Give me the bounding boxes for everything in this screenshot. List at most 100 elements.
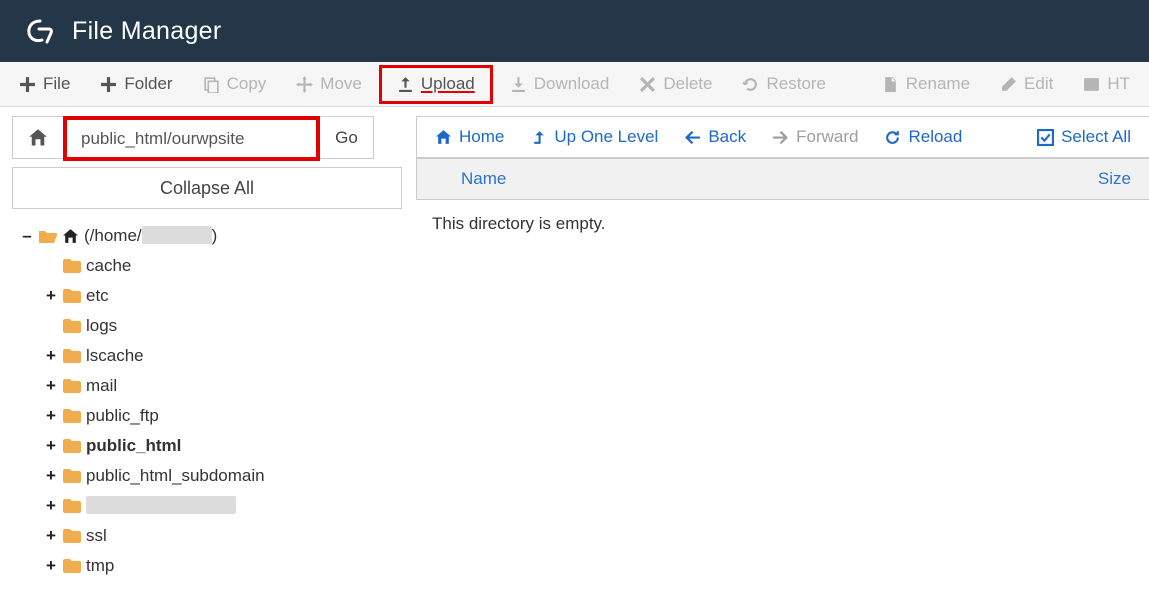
- content-area: Go Collapse All – (/home/.) cache + etc log…: [0, 107, 1149, 600]
- tree-item[interactable]: cache: [16, 251, 402, 281]
- tree-item[interactable]: + ssl: [16, 521, 402, 551]
- nav-home-button[interactable]: Home: [435, 127, 504, 147]
- tree-expand-icon[interactable]: +: [44, 526, 58, 546]
- file-button[interactable]: File: [4, 62, 85, 107]
- tree-expand-icon[interactable]: +: [44, 556, 58, 576]
- tree-item-label: public_html_subdomain: [86, 466, 265, 486]
- reload-icon: [884, 129, 901, 146]
- tree-expand-icon[interactable]: +: [44, 406, 58, 426]
- folder-icon: [63, 469, 81, 483]
- tree-item[interactable]: logs: [16, 311, 402, 341]
- folder-icon: [63, 349, 81, 363]
- download-icon: [510, 76, 527, 93]
- rename-button[interactable]: Rename: [867, 62, 985, 107]
- folder-icon: [63, 319, 81, 333]
- tree-item[interactable]: + mail: [16, 371, 402, 401]
- edit-button[interactable]: Edit: [985, 62, 1068, 107]
- tree-expand-icon[interactable]: +: [44, 376, 58, 396]
- tree-item-label: public_ftp: [86, 406, 159, 426]
- home-icon: [435, 129, 452, 146]
- folder-button[interactable]: Folder: [85, 62, 187, 107]
- main-toolbar: File Folder Copy Move Upload Download De…: [0, 62, 1149, 107]
- move-button[interactable]: Move: [281, 62, 377, 107]
- download-button[interactable]: Download: [495, 62, 625, 107]
- plus-icon: [19, 76, 36, 93]
- tree-expand-icon[interactable]: +: [44, 286, 58, 306]
- folder-icon: [63, 379, 81, 393]
- path-input[interactable]: [69, 122, 314, 155]
- folder-icon: [63, 499, 81, 513]
- tree-item-label: tmp: [86, 556, 114, 576]
- empty-directory-message: This directory is empty.: [414, 200, 1149, 248]
- tree-item-label: .: [86, 496, 236, 516]
- column-name[interactable]: Name: [435, 169, 1061, 189]
- edit-icon: [1000, 76, 1017, 93]
- upload-icon: [397, 76, 414, 93]
- copy-button[interactable]: Copy: [188, 62, 282, 107]
- level-up-icon: [530, 129, 547, 146]
- copy-icon: [203, 76, 220, 93]
- folder-icon: [63, 529, 81, 543]
- file-list-header: Name Size: [416, 158, 1149, 200]
- tree-item[interactable]: + tmp: [16, 551, 402, 581]
- folder-icon: [63, 409, 81, 423]
- html-editor-button[interactable]: HT: [1068, 62, 1145, 107]
- left-panel: Go Collapse All – (/home/.) cache + etc log…: [0, 107, 414, 600]
- tree-item-label: lscache: [86, 346, 144, 366]
- tree-item[interactable]: + lscache: [16, 341, 402, 371]
- tree-expand-icon[interactable]: +: [44, 496, 58, 516]
- nav-reload-button[interactable]: Reload: [884, 127, 962, 147]
- tree-item-label: etc: [86, 286, 109, 306]
- tree-item[interactable]: + public_html: [16, 431, 402, 461]
- folder-icon: [63, 289, 81, 303]
- column-size[interactable]: Size: [1061, 169, 1131, 189]
- tree-item-label: public_html: [86, 436, 181, 456]
- move-icon: [296, 76, 313, 93]
- tree-item[interactable]: + public_html_subdomain: [16, 461, 402, 491]
- tree-item-label: logs: [86, 316, 117, 336]
- tree-item-label: mail: [86, 376, 117, 396]
- arrow-right-icon: [772, 129, 789, 146]
- home-icon: [62, 228, 79, 245]
- tree-item[interactable]: + etc: [16, 281, 402, 311]
- cpanel-logo-icon: [22, 15, 54, 47]
- tree-expand-icon[interactable]: +: [44, 466, 58, 486]
- tree-collapse-icon[interactable]: –: [20, 226, 34, 246]
- upload-button[interactable]: Upload: [379, 65, 493, 104]
- collapse-all-button[interactable]: Collapse All: [12, 167, 402, 209]
- tree-root-label: (/home/.): [84, 226, 217, 246]
- home-icon: [28, 128, 48, 148]
- restore-button[interactable]: Restore: [727, 62, 841, 107]
- delete-button[interactable]: Delete: [624, 62, 727, 107]
- nav-up-button[interactable]: Up One Level: [530, 127, 658, 147]
- tree-item[interactable]: +.: [16, 491, 402, 521]
- folder-icon: [63, 559, 81, 573]
- tree-expand-icon[interactable]: +: [44, 436, 58, 456]
- nav-select-all-button[interactable]: Select All: [1037, 127, 1131, 147]
- arrow-left-icon: [684, 129, 701, 146]
- tree-item-label: ssl: [86, 526, 107, 546]
- folder-open-icon: [39, 229, 57, 244]
- tree-root[interactable]: – (/home/.): [16, 221, 402, 251]
- home-button[interactable]: [12, 116, 64, 159]
- folder-icon: [63, 439, 81, 453]
- restore-icon: [742, 76, 759, 93]
- app-header: File Manager: [0, 0, 1149, 62]
- nav-back-button[interactable]: Back: [684, 127, 746, 147]
- checkbox-icon: [1037, 129, 1054, 146]
- go-button[interactable]: Go: [320, 116, 374, 159]
- nav-toolbar: Home Up One Level Back Forward Reload Se…: [416, 116, 1149, 158]
- right-panel: Home Up One Level Back Forward Reload Se…: [414, 107, 1149, 600]
- html-editor-icon: [1083, 76, 1100, 93]
- plus-icon: [100, 76, 117, 93]
- page-title: File Manager: [72, 17, 222, 46]
- nav-forward-button[interactable]: Forward: [772, 127, 858, 147]
- tree-item-label: cache: [86, 256, 131, 276]
- folder-tree: – (/home/.) cache + etc logs + lscache + mail + p…: [12, 215, 402, 581]
- folder-icon: [63, 259, 81, 273]
- tree-expand-icon[interactable]: +: [44, 346, 58, 366]
- delete-icon: [639, 76, 656, 93]
- path-row: Go: [12, 116, 402, 161]
- tree-item[interactable]: + public_ftp: [16, 401, 402, 431]
- rename-icon: [882, 76, 899, 93]
